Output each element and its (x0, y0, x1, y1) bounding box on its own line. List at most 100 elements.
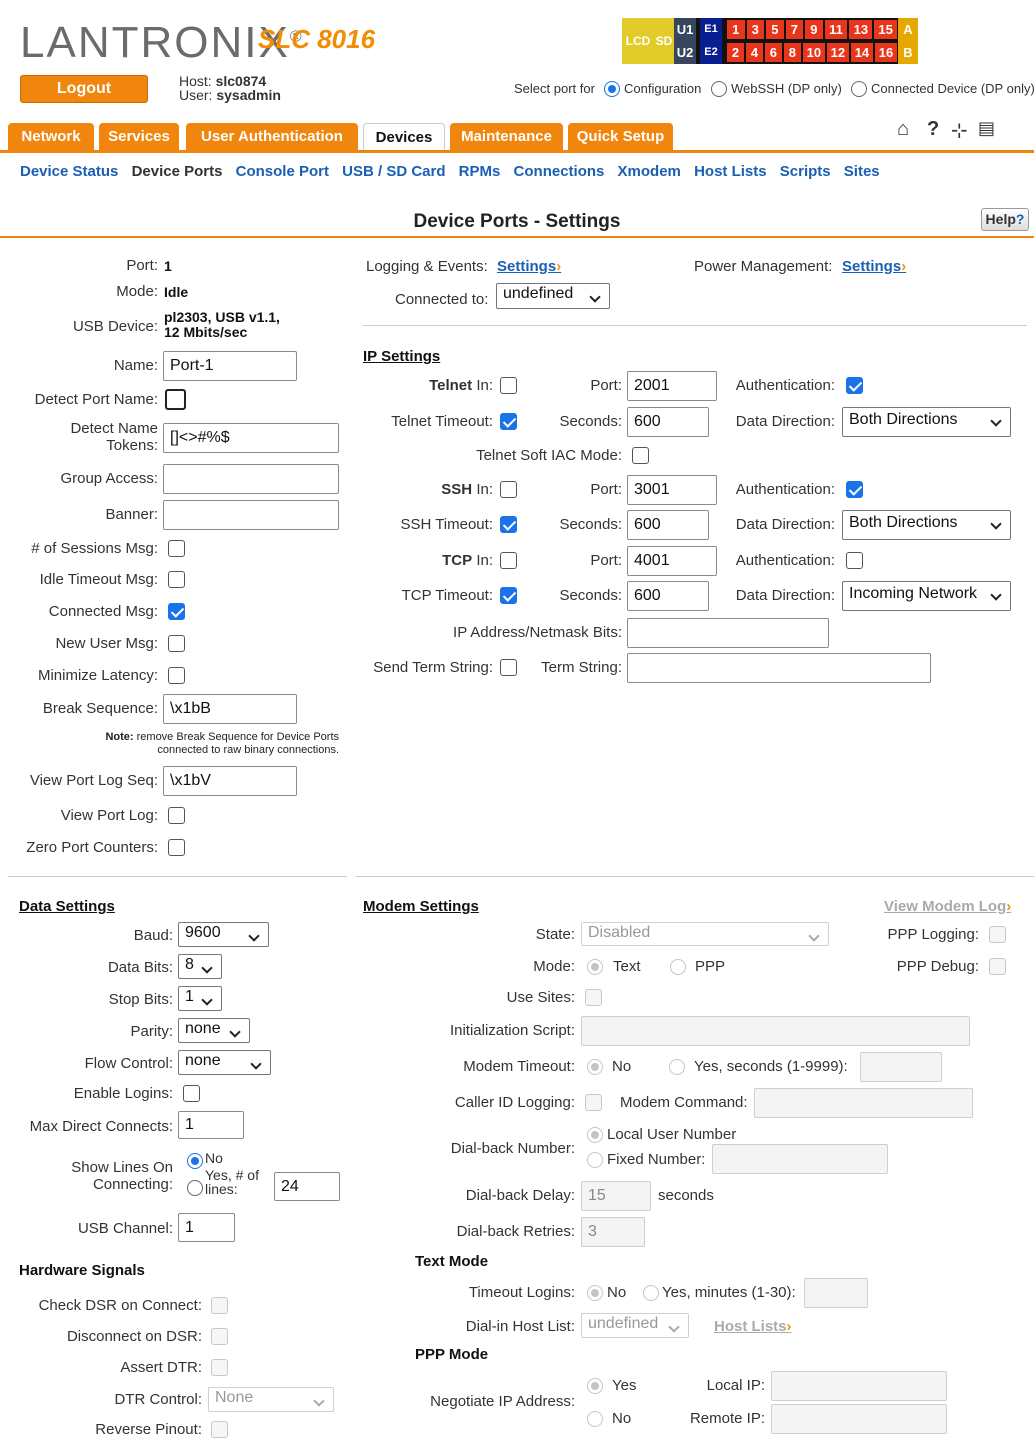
timeout-logins-no-radio[interactable] (587, 1285, 603, 1301)
use-sites-checkbox[interactable] (585, 989, 602, 1006)
serial-port-8[interactable]: 8 (783, 43, 801, 62)
parity-select[interactable]: none (178, 1018, 250, 1043)
serial-port-13[interactable]: 13 (849, 20, 873, 39)
assert-dtr-checkbox[interactable] (211, 1359, 228, 1376)
serial-port-1[interactable]: 1 (727, 20, 745, 39)
usb-channel-input[interactable] (178, 1213, 235, 1242)
telnet-auth-checkbox[interactable] (846, 377, 863, 394)
subnav-usb-sd-card[interactable]: USB / SD Card (342, 163, 445, 180)
name-input[interactable] (163, 351, 297, 381)
modem-timeout-seconds-input[interactable] (860, 1052, 942, 1082)
tab-network[interactable]: Network (8, 123, 94, 152)
serial-port-2[interactable]: 2 (727, 43, 744, 62)
help-button[interactable]: Help? (981, 208, 1029, 231)
host-lists-link[interactable]: Host Lists› (714, 1318, 792, 1335)
new-user-msg-checkbox[interactable] (168, 635, 185, 652)
timeout-logins-minutes-input[interactable] (804, 1278, 868, 1308)
dtr-control-select[interactable]: None (208, 1387, 334, 1412)
telnet-timeout-checkbox[interactable] (500, 413, 517, 430)
zero-port-counters-checkbox[interactable] (168, 839, 185, 856)
disconnect-dsr-checkbox[interactable] (211, 1328, 228, 1345)
stop-bits-select[interactable]: 1 (178, 986, 222, 1011)
log-icon[interactable]: ▤ (978, 118, 995, 139)
local-ip-input[interactable] (771, 1371, 947, 1401)
modem-timeout-yes-radio[interactable] (669, 1059, 685, 1075)
modem-mode-ppp-radio[interactable] (670, 959, 686, 975)
usb1-port[interactable]: U1 (674, 18, 696, 41)
ppp-logging-checkbox[interactable] (989, 926, 1006, 943)
view-port-log-checkbox[interactable] (168, 807, 185, 824)
minimize-latency-checkbox[interactable] (168, 667, 185, 684)
serial-port-9[interactable]: 9 (805, 20, 823, 39)
connected-msg-checkbox[interactable] (168, 603, 185, 620)
serial-port-7[interactable]: 7 (785, 20, 804, 39)
tab-services[interactable]: Services (99, 123, 179, 152)
telnet-soft-iac-checkbox[interactable] (632, 447, 649, 464)
serial-port-4[interactable]: 4 (745, 43, 763, 62)
tab-devices[interactable]: Devices (363, 123, 445, 152)
view-port-log-seq-input[interactable] (163, 766, 297, 796)
break-sequence-input[interactable] (163, 694, 297, 724)
modem-timeout-no-radio[interactable] (587, 1059, 603, 1075)
subnav-console-port[interactable]: Console Port (236, 163, 329, 180)
ssh-auth-checkbox[interactable] (846, 481, 863, 498)
reverse-pinout-checkbox[interactable] (211, 1421, 228, 1438)
flow-control-select[interactable]: none (178, 1050, 271, 1075)
max-direct-connects-input[interactable] (178, 1111, 244, 1139)
caller-id-checkbox[interactable] (585, 1094, 602, 1111)
site-map-icon[interactable]: ⊹ (951, 118, 968, 143)
serial-port-16[interactable]: 16 (874, 43, 897, 62)
serial-port-5[interactable]: 5 (766, 20, 784, 39)
connected-to-select[interactable]: undefined (496, 283, 610, 309)
modem-state-select[interactable]: Disabled (581, 922, 829, 946)
logout-button[interactable]: Logout (20, 75, 148, 103)
telnet-in-checkbox[interactable] (500, 377, 517, 394)
tcp-auth-checkbox[interactable] (846, 552, 863, 569)
port-config-radio[interactable] (604, 81, 620, 97)
subnav-device-ports[interactable]: Device Ports (132, 163, 223, 180)
subnav-scripts[interactable]: Scripts (780, 163, 831, 180)
subnav-host-lists[interactable]: Host Lists (694, 163, 767, 180)
banner-input[interactable] (163, 500, 339, 530)
ssh-data-direction-select[interactable]: Both Directions (842, 510, 1011, 540)
dialback-delay-input[interactable] (581, 1181, 651, 1211)
eth2-port[interactable]: E2 (700, 41, 722, 64)
sessions-msg-checkbox[interactable] (168, 540, 185, 557)
tab-maintenance[interactable]: Maintenance (450, 123, 563, 152)
serial-port-15[interactable]: 15 (874, 20, 897, 39)
detect-name-tokens-input[interactable] (163, 423, 339, 453)
serial-port-10[interactable]: 10 (802, 43, 825, 62)
usb2-port[interactable]: U2 (674, 41, 696, 64)
telnet-data-direction-select[interactable]: Both Directions (842, 407, 1011, 437)
tcp-timeout-checkbox[interactable] (500, 587, 517, 604)
timeout-logins-yes-radio[interactable] (643, 1285, 659, 1301)
init-script-input[interactable] (581, 1016, 970, 1046)
show-lines-no-radio[interactable] (187, 1153, 203, 1169)
serial-port-14[interactable]: 14 (850, 43, 873, 62)
send-term-string-checkbox[interactable] (500, 659, 517, 676)
baud-select[interactable]: 9600 (178, 922, 269, 947)
negotiate-ip-no-radio[interactable] (587, 1411, 603, 1427)
term-string-input[interactable] (627, 653, 931, 683)
power-settings-link[interactable]: Settings› (842, 258, 906, 275)
subnav-device-status[interactable]: Device Status (20, 163, 118, 180)
serial-port-12[interactable]: 12 (826, 43, 849, 62)
show-lines-yes-radio[interactable] (187, 1180, 203, 1196)
dialback-retries-input[interactable] (581, 1217, 645, 1247)
serial-port-3[interactable]: 3 (746, 20, 765, 39)
ssh-in-checkbox[interactable] (500, 481, 517, 498)
dialback-local-radio[interactable] (587, 1127, 603, 1143)
sd-port[interactable]: SD (654, 18, 674, 64)
ppp-debug-checkbox[interactable] (989, 958, 1006, 975)
view-modem-log-link[interactable]: View Modem Log› (884, 898, 1011, 915)
tcp-in-checkbox[interactable] (500, 552, 517, 569)
detect-port-name-checkbox[interactable] (165, 389, 186, 410)
home-icon[interactable]: ⌂ (897, 118, 909, 141)
help-icon[interactable]: ? (927, 118, 939, 141)
ssh-timeout-checkbox[interactable] (500, 516, 517, 533)
ip-netmask-input[interactable] (627, 618, 829, 648)
tab-quick-setup[interactable]: Quick Setup (568, 123, 673, 152)
modem-command-input[interactable] (754, 1088, 973, 1118)
tab-user-authentication[interactable]: User Authentication (186, 123, 358, 152)
telnet-seconds-input[interactable] (627, 407, 709, 437)
